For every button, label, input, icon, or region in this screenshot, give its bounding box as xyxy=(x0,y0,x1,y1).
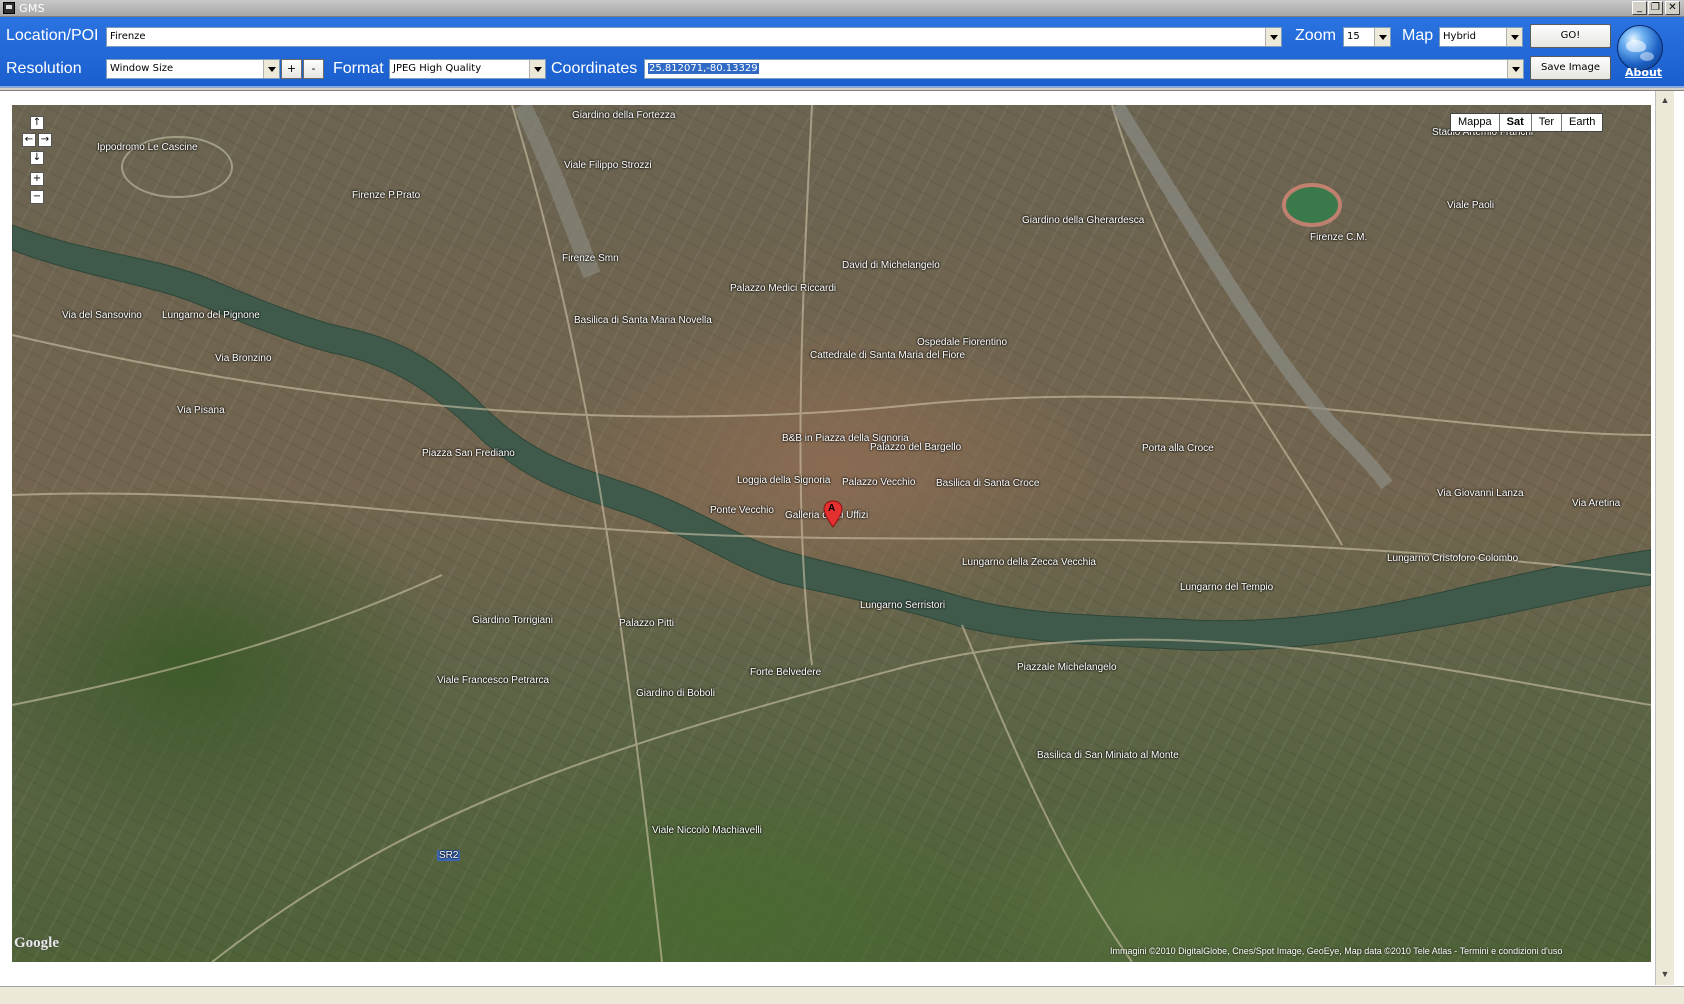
map-label: Giardino della Gherardesca xyxy=(1022,215,1145,226)
map-label: Piazzale Michelangelo xyxy=(1017,662,1117,673)
pan-down-icon[interactable]: ↓ xyxy=(30,151,44,165)
zoom-label: Zoom xyxy=(1295,27,1336,44)
resolution-minus-button[interactable]: - xyxy=(303,59,324,79)
map-label: David di Michelangelo xyxy=(842,260,940,271)
map-label: Ponte Vecchio xyxy=(710,505,774,516)
map-label: Viale Niccolò Machiavelli xyxy=(652,825,762,836)
satellite-map[interactable]: Giardino della Fortezza Ippodromo Le Cas… xyxy=(12,105,1651,962)
coordinates-combobox[interactable]: 25.812071,-80.13329 xyxy=(644,59,1524,79)
map-label: Viale Francesco Petrarca xyxy=(437,675,550,686)
map-label: Map xyxy=(1402,27,1434,44)
pan-up-icon[interactable]: ↑ xyxy=(30,116,44,130)
location-label: Location/POI xyxy=(6,27,99,44)
map-label: Via Bronzino xyxy=(215,353,272,364)
map-label: Lungarno del Tempio xyxy=(1180,582,1274,593)
map-label: Palazzo del Bargello xyxy=(870,442,962,453)
map-type-ter[interactable]: Ter xyxy=(1530,114,1561,131)
map-label: Via Giovanni Lanza xyxy=(1437,488,1524,499)
coordinates-label: Coordinates xyxy=(551,60,638,77)
map-overlay xyxy=(12,105,1651,962)
zoom-select[interactable]: 15 xyxy=(1343,27,1391,47)
map-type-sat[interactable]: Sat xyxy=(1498,114,1531,131)
resolution-select[interactable]: Window Size xyxy=(106,59,280,79)
map-type-value: Hybrid xyxy=(1443,31,1477,42)
vertical-scrollbar[interactable]: ▲ ▼ xyxy=(1655,91,1674,985)
pan-right-icon[interactable]: → xyxy=(38,133,52,147)
map-label: Forte Belvedere xyxy=(750,667,822,678)
map-label: Lungarno del Pignone xyxy=(162,310,260,321)
go-button[interactable]: GO! xyxy=(1530,24,1611,48)
map-label: Ospedale Fiorentino xyxy=(917,337,1008,348)
map-type-select[interactable]: Hybrid xyxy=(1439,27,1523,47)
coordinates-dropdown-arrow-icon[interactable] xyxy=(1507,60,1523,78)
format-label: Format xyxy=(333,60,384,77)
restore-button[interactable]: ❐ xyxy=(1648,1,1663,15)
map-label: Via del Sansovino xyxy=(62,310,142,321)
location-value: Firenze xyxy=(110,31,146,42)
stadium xyxy=(1282,183,1342,227)
map-label: Basilica di San Miniato al Monte xyxy=(1037,750,1179,761)
status-bar xyxy=(0,986,1684,1004)
zoom-in-icon[interactable]: + xyxy=(30,172,44,186)
resolution-label: Resolution xyxy=(6,60,82,77)
map-type-earth[interactable]: Earth xyxy=(1561,114,1602,131)
map-label: Piazza San Frediano xyxy=(422,448,515,459)
map-label: Viale Paoli xyxy=(1447,200,1495,211)
format-select[interactable]: JPEG High Quality xyxy=(389,59,546,79)
map-label: Firenze P.Prato xyxy=(352,190,421,201)
map-type-dropdown-arrow-icon[interactable] xyxy=(1506,28,1522,46)
map-label: Palazzo Pitti xyxy=(619,618,675,629)
map-label: Via Aretina xyxy=(1572,498,1621,509)
window-title: GMS xyxy=(19,2,45,15)
minimize-button[interactable]: _ xyxy=(1632,1,1647,15)
map-type-bar: Mappa Sat Ter Earth xyxy=(1450,113,1604,132)
map-label: Ippodromo Le Cascine xyxy=(97,142,198,153)
zoom-dropdown-arrow-icon[interactable] xyxy=(1374,28,1390,46)
app-icon xyxy=(3,2,15,14)
map-label: Giardino di Boboli xyxy=(636,688,715,699)
map-label: Via Pisana xyxy=(177,405,225,416)
marker-letter: A xyxy=(828,503,836,514)
map-label: Giardino della Fortezza xyxy=(572,110,676,121)
format-value: JPEG High Quality xyxy=(393,63,482,74)
location-combobox[interactable]: Firenze xyxy=(106,27,1282,47)
road-badge: SR2 xyxy=(437,850,461,861)
google-logo: Google xyxy=(14,935,59,951)
road-network xyxy=(12,105,1651,962)
zoom-value: 15 xyxy=(1347,31,1360,42)
map-label: Porta alla Croce xyxy=(1142,443,1214,454)
save-image-button[interactable]: Save Image xyxy=(1530,56,1611,80)
map-label: Palazzo Vecchio xyxy=(842,477,916,488)
map-copyright[interactable]: Immagini ©2010 DigitalGlobe, Cnes/Spot I… xyxy=(1110,946,1562,956)
map-label: Giardino Torrigiani xyxy=(472,615,553,626)
format-dropdown-arrow-icon[interactable] xyxy=(529,60,545,78)
resolution-value: Window Size xyxy=(110,63,174,74)
map-label: Firenze C.M. xyxy=(1310,232,1368,243)
scroll-down-icon[interactable]: ▼ xyxy=(1658,967,1672,981)
map-label: Loggia della Signoria xyxy=(737,475,831,486)
map-label: Cattedrale di Santa Maria del Fiore xyxy=(810,350,966,361)
title-bar: GMS _ ❐ ✕ xyxy=(0,0,1684,17)
resolution-dropdown-arrow-icon[interactable] xyxy=(263,60,279,78)
globe-icon[interactable] xyxy=(1617,25,1663,71)
map-label: Basilica di Santa Croce xyxy=(936,478,1040,489)
map-type-mappa[interactable]: Mappa xyxy=(1451,114,1499,131)
scroll-up-icon[interactable]: ▲ xyxy=(1658,93,1672,107)
location-dropdown-arrow-icon[interactable] xyxy=(1265,28,1281,46)
map-label: Lungarno Serristori xyxy=(860,600,946,611)
zoom-out-icon[interactable]: − xyxy=(30,190,44,204)
railway xyxy=(1111,105,1393,490)
about-link[interactable]: About xyxy=(1625,66,1662,79)
pan-left-icon[interactable]: ← xyxy=(22,133,36,147)
map-label: Viale Filippo Strozzi xyxy=(564,160,652,171)
map-label: Palazzo Medici Riccardi xyxy=(730,283,837,294)
map-label: Firenze Smn xyxy=(562,253,619,264)
resolution-plus-button[interactable]: + xyxy=(281,59,302,79)
coordinates-value: 25.812071,-80.13329 xyxy=(648,63,759,74)
close-button[interactable]: ✕ xyxy=(1665,1,1680,15)
map-label: Lungarno Cristoforo Colombo xyxy=(1387,553,1519,564)
map-label: Lungarno della Zecca Vecchia xyxy=(962,557,1096,568)
map-label: Basilica di Santa Maria Novella xyxy=(574,315,712,326)
